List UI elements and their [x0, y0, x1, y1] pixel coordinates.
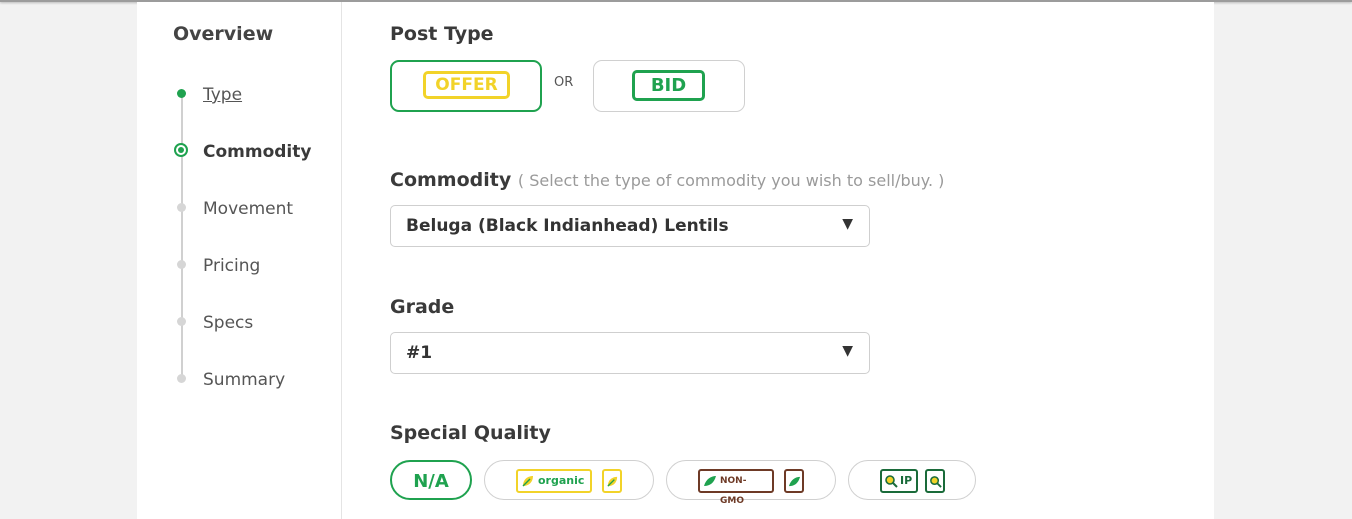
leaf-icon — [522, 476, 533, 487]
commodity-select[interactable]: Beluga (Black Indianhead) Lentils ▼ — [390, 205, 870, 247]
post-type-label: Post Type — [390, 23, 494, 45]
magnifier-icon — [885, 475, 898, 488]
commodity-label-text: Commodity — [390, 169, 512, 191]
organic-mini-badge — [602, 469, 622, 493]
grade-label: Grade — [390, 296, 455, 318]
ip-label: IP — [900, 474, 913, 487]
non-gmo-label: NON-GMO — [720, 476, 747, 506]
organic-badge: organic — [516, 469, 592, 493]
step-current-dot — [174, 143, 188, 157]
na-label: N/A — [413, 471, 449, 492]
step-done-dot — [177, 89, 186, 98]
ip-mini-badge — [925, 469, 945, 493]
special-quality-label: Special Quality — [390, 422, 551, 444]
bid-button[interactable]: BID — [593, 60, 745, 112]
leaf-icon — [607, 476, 618, 487]
step-pending-dot — [177, 317, 186, 326]
step-pending-dot — [177, 260, 186, 269]
sidebar-title: Overview — [173, 23, 274, 45]
bid-badge: BID — [632, 70, 705, 101]
quality-non-gmo-button[interactable]: NON-GMO — [666, 460, 836, 506]
commodity-selected-value: Beluga (Black Indianhead) Lentils — [406, 216, 729, 236]
quality-na-button[interactable]: N/A — [390, 460, 472, 500]
or-separator: OR — [554, 75, 574, 90]
step-movement[interactable]: Movement — [203, 199, 293, 219]
step-pricing[interactable]: Pricing — [203, 256, 260, 276]
non-gmo-mini-badge — [784, 469, 804, 493]
commodity-label: Commodity ( Select the type of commodity… — [390, 169, 944, 191]
offer-button[interactable]: OFFER — [390, 60, 542, 112]
dropdown-caret-icon: ▼ — [842, 343, 853, 359]
step-commodity[interactable]: Commodity — [203, 142, 311, 162]
leaf-icon — [788, 476, 801, 487]
progress-line — [181, 96, 183, 378]
ip-badge: IP — [880, 469, 918, 493]
quality-organic-button[interactable]: organic — [484, 460, 654, 500]
organic-label: organic — [538, 474, 585, 487]
step-pending-dot — [177, 203, 186, 212]
quality-ip-button[interactable]: IP — [848, 460, 976, 500]
non-gmo-badge: NON-GMO — [698, 469, 774, 506]
dropdown-caret-icon: ▼ — [842, 216, 853, 232]
offer-badge: OFFER — [423, 71, 510, 99]
magnifier-icon — [930, 476, 942, 488]
commodity-hint: ( Select the type of commodity you wish … — [517, 171, 945, 190]
step-summary[interactable]: Summary — [203, 370, 285, 390]
step-pending-dot — [177, 374, 186, 383]
step-type[interactable]: Type — [203, 85, 242, 105]
step-specs[interactable]: Specs — [203, 313, 253, 333]
sidebar-divider — [341, 2, 342, 519]
grade-select[interactable]: #1 ▼ — [390, 332, 870, 374]
grade-selected-value: #1 — [406, 343, 433, 363]
leaf-icon — [704, 476, 716, 486]
